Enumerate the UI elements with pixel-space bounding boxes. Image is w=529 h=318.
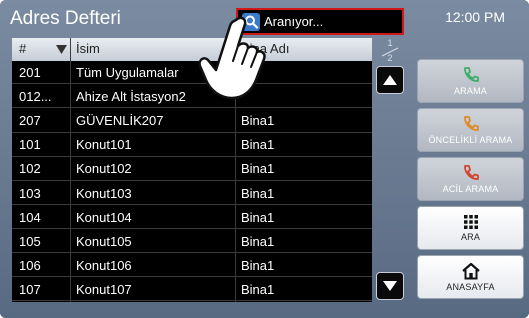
priority-call-label: ÖNCELİKLİ ARAMA <box>428 135 513 145</box>
page-total: 2 <box>387 53 393 63</box>
clock: 12:00 PM <box>445 9 505 25</box>
keypad-icon <box>463 215 478 229</box>
row-name: Konut106 <box>76 257 132 273</box>
row-number: 101 <box>19 137 41 153</box>
table-row[interactable]: 104 Konut104 Bina1 <box>12 206 372 229</box>
row-name: Konut101 <box>76 137 132 153</box>
hand-pointer-icon <box>198 16 266 100</box>
table-row[interactable]: 107 Konut107 Bina1 <box>12 278 372 302</box>
row-number: 103 <box>19 185 41 201</box>
call-button[interactable]: ARAMA <box>417 59 524 103</box>
scroll-column: 1 2 <box>374 38 406 302</box>
row-name: Konut105 <box>76 233 132 249</box>
phone-icon <box>463 165 479 180</box>
column-name[interactable]: İsim <box>76 41 100 56</box>
dial-label: ARA <box>460 232 481 242</box>
phone-icon <box>463 116 479 131</box>
row-number: 106 <box>19 257 41 273</box>
row-name: Ahize Alt İstasyon2 <box>76 89 186 105</box>
address-book-screen: Adres Defteri Aranıyor... 12:00 PM # İsi… <box>0 0 529 318</box>
row-building: Bina1 <box>241 137 275 153</box>
row-building: Bina1 <box>241 185 275 201</box>
sort-down-icon[interactable] <box>56 43 67 58</box>
table-row[interactable]: 207 GÜVENLİK207 Bina1 <box>12 109 372 133</box>
search-placeholder: Aranıyor... <box>264 14 324 29</box>
scroll-down-button[interactable] <box>376 272 404 300</box>
arrow-down-icon <box>383 281 397 291</box>
page-title: Adres Defteri <box>10 8 121 29</box>
emergency-call-button[interactable]: ACİL ARAMA <box>417 157 524 201</box>
row-building: Bina1 <box>241 209 275 225</box>
table-row[interactable]: 105 Konut105 Bina1 <box>12 230 372 254</box>
column-number[interactable]: # <box>19 41 26 56</box>
row-name: GÜVENLİK207 <box>76 113 164 129</box>
emergency-call-label: ACİL ARAMA <box>442 184 499 194</box>
call-label: ARAMA <box>453 86 487 96</box>
phone-icon <box>463 67 479 82</box>
row-number: 105 <box>19 233 41 249</box>
row-name: Konut107 <box>76 281 132 297</box>
dial-button[interactable]: ARA <box>417 206 524 250</box>
row-number: 107 <box>19 281 41 297</box>
row-building: Bina1 <box>241 257 275 273</box>
table-row[interactable]: 103 Konut103 Bina1 <box>12 182 372 205</box>
row-number: 207 <box>19 113 41 129</box>
row-name: Konut104 <box>76 209 132 225</box>
row-name: Konut103 <box>76 185 132 201</box>
table-row[interactable]: 102 Konut102 Bina1 <box>12 157 372 181</box>
row-number: 201 <box>19 65 41 80</box>
row-name: Tüm Uygulamalar <box>76 65 179 80</box>
home-icon <box>461 262 480 280</box>
row-building: Bina1 <box>241 233 275 249</box>
row-number: 012... <box>19 89 52 105</box>
arrow-up-icon <box>383 75 397 85</box>
table-row[interactable]: 101 Konut101 Bina1 <box>12 133 372 157</box>
home-label: ANASAYFA <box>446 282 495 292</box>
row-number: 104 <box>19 209 41 225</box>
row-building: Bina1 <box>241 281 275 297</box>
table-row[interactable]: 106 Konut106 Bina1 <box>12 254 372 278</box>
row-building: Bina1 <box>241 161 275 177</box>
row-name: Konut102 <box>76 161 132 177</box>
priority-call-button[interactable]: ÖNCELİKLİ ARAMA <box>417 108 524 152</box>
scroll-up-button[interactable] <box>376 66 404 94</box>
row-number: 102 <box>19 161 41 177</box>
home-button[interactable]: ANASAYFA <box>417 255 524 299</box>
row-building: Bina1 <box>241 113 275 129</box>
